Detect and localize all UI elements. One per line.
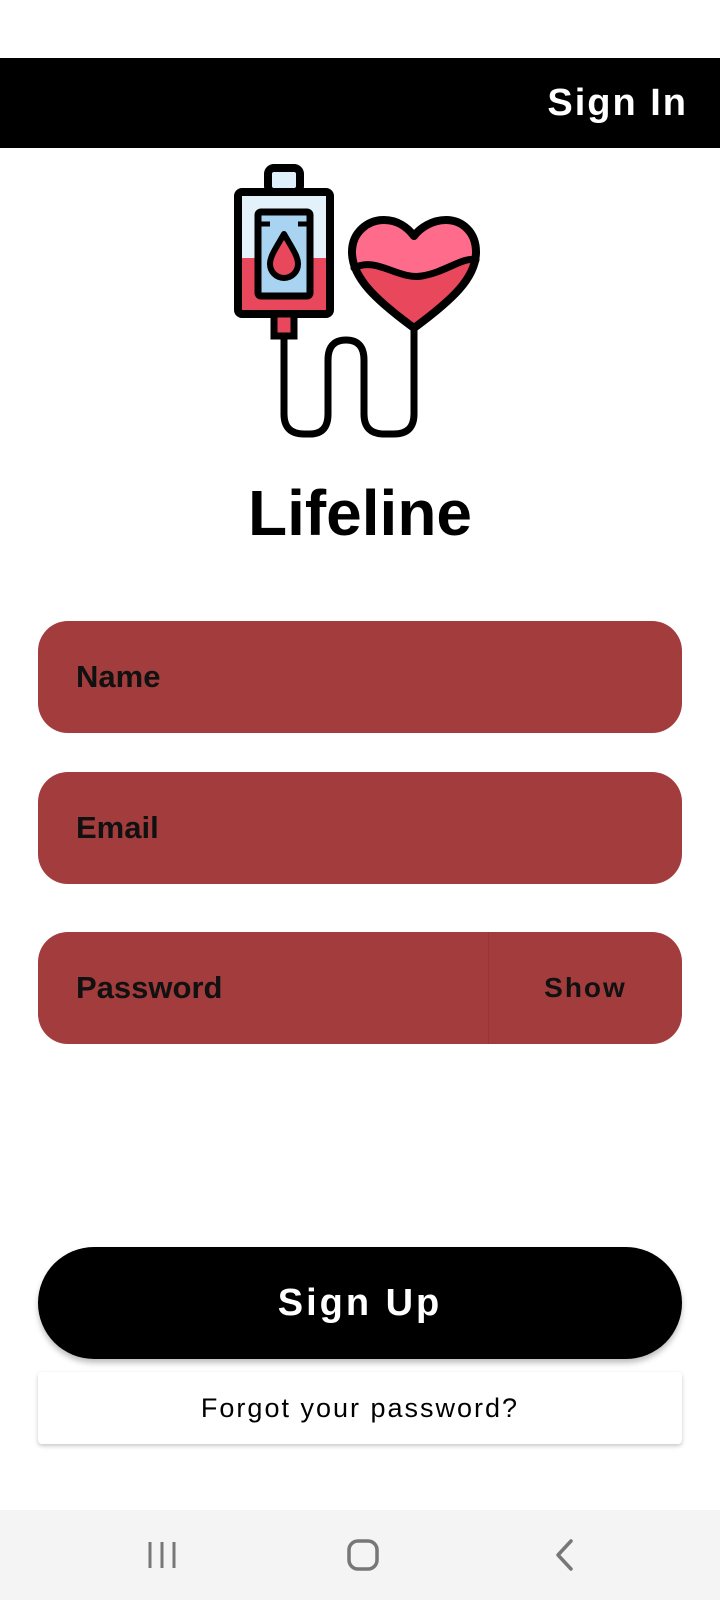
show-password-toggle[interactable]: Show <box>488 932 682 1044</box>
system-nav-bar <box>0 1510 720 1600</box>
home-icon[interactable] <box>338 1532 388 1578</box>
email-input[interactable] <box>76 772 636 884</box>
recent-apps-icon[interactable] <box>137 1532 187 1578</box>
name-input[interactable] <box>76 621 636 733</box>
sign-in-link[interactable]: Sign In <box>547 82 688 125</box>
name-field[interactable] <box>38 621 682 733</box>
password-input[interactable] <box>76 932 476 1044</box>
sign-up-button[interactable]: Sign Up <box>38 1247 682 1359</box>
email-field[interactable] <box>38 772 682 884</box>
back-icon[interactable] <box>540 1532 590 1578</box>
status-bar <box>0 0 720 58</box>
blood-bag-heart-icon <box>234 164 480 438</box>
forgot-password-button[interactable]: Forgot your password? <box>38 1372 682 1444</box>
app-header: Sign In <box>0 58 720 148</box>
app-name: Lifeline <box>247 477 473 549</box>
password-field[interactable]: Show <box>38 932 682 1044</box>
